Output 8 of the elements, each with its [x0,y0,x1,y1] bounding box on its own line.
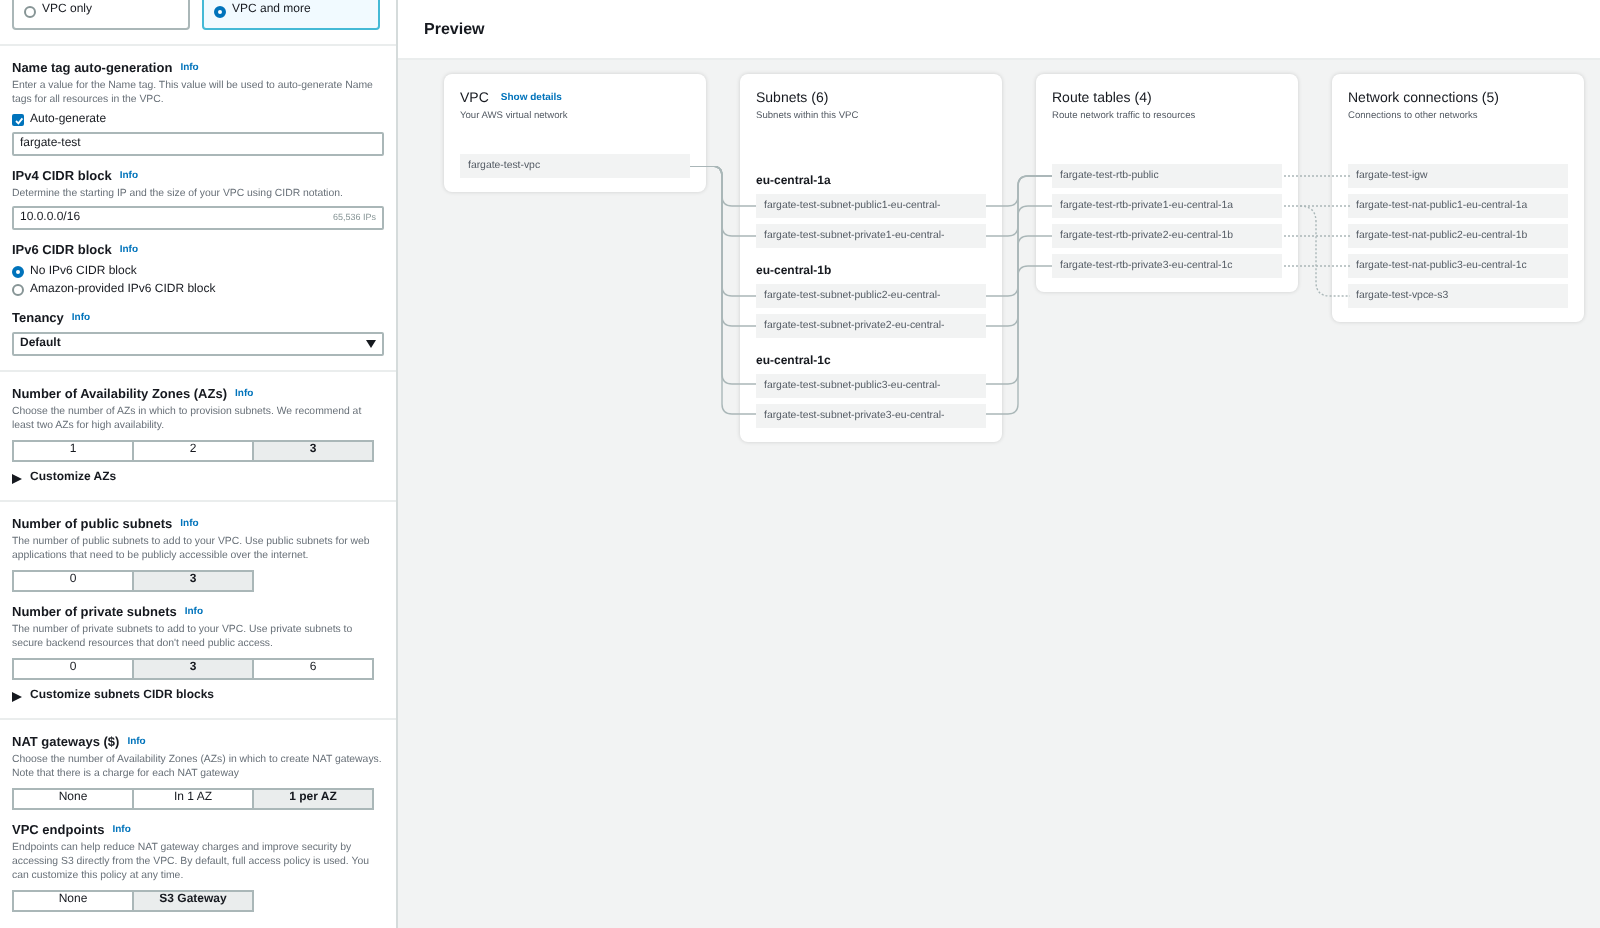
radio-button[interactable] [12,266,24,278]
radio-button[interactable] [12,284,24,296]
radio-button [24,5,36,17]
checkbox[interactable] [12,114,24,126]
caret-icon [366,340,376,348]
connector-line [1283,175,1350,177]
radio-button [214,5,226,17]
preview-title: Preview [424,17,485,41]
